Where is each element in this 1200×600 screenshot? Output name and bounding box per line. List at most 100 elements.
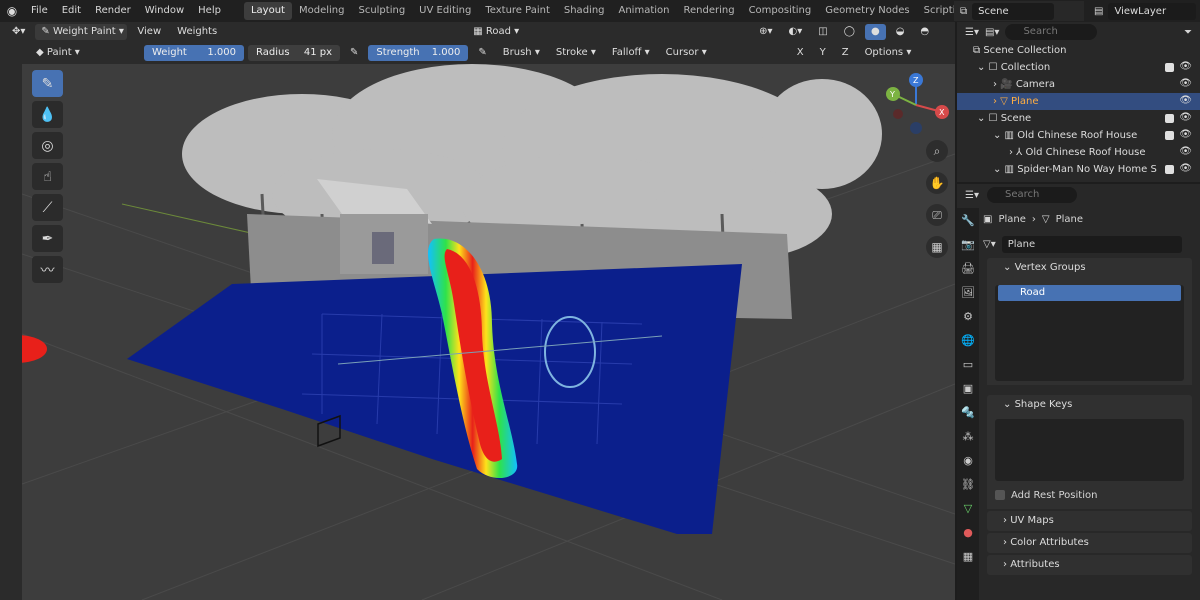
color-attributes-panel-header[interactable]: › Color Attributes xyxy=(987,533,1192,553)
view-menu[interactable]: View xyxy=(131,24,167,40)
radius-field[interactable]: Radius 41 px xyxy=(248,45,340,61)
outliner-row-plane[interactable]: › ▽ Plane 👁 xyxy=(957,93,1200,110)
scene-name-field[interactable]: Scene xyxy=(972,2,1055,20)
world-tab-icon[interactable]: 🌐 xyxy=(961,334,975,352)
tab-sculpting[interactable]: Sculpting xyxy=(351,2,412,20)
constraints-tab-icon[interactable]: ⛓ xyxy=(961,478,975,496)
weights-menu[interactable]: Weights xyxy=(171,24,223,40)
outliner-row-collection[interactable]: ⌄ ☐ Collection 👁 xyxy=(957,59,1200,76)
editor-type-icon[interactable]: ✥▾ xyxy=(6,24,31,40)
zoom-icon[interactable]: ⌕ xyxy=(926,140,948,162)
collection-tab-icon[interactable]: ▭ xyxy=(963,358,973,376)
vertex-group-item[interactable]: Road xyxy=(998,285,1181,301)
exclude-checkbox[interactable] xyxy=(1165,131,1174,140)
mode-selector[interactable]: ✎ Weight Paint ▾ xyxy=(35,24,128,40)
brush-menu[interactable]: Brush ▾ xyxy=(497,45,546,61)
eye-icon[interactable]: 👁 xyxy=(1179,61,1192,72)
falloff-menu[interactable]: Falloff ▾ xyxy=(606,45,656,61)
exclude-checkbox[interactable] xyxy=(1165,114,1174,123)
view-layer-selector[interactable]: ▤ ViewLayer xyxy=(1090,1,1200,21)
particles-tab-icon[interactable]: ⁂ xyxy=(963,430,974,448)
average-tool-icon[interactable]: ◎ xyxy=(32,132,63,159)
eye-icon[interactable]: 👁 xyxy=(1179,163,1192,174)
pressure-radius-icon[interactable]: ✎ xyxy=(344,45,364,61)
shading-rendered-icon[interactable]: ◓ xyxy=(914,24,935,40)
scene-selector[interactable]: ⧉ Scene xyxy=(954,1,1084,21)
view-layer-field[interactable]: ViewLayer xyxy=(1108,2,1197,20)
mesh-browse-icon[interactable]: ▽▾ xyxy=(983,239,996,250)
shape-keys-panel-header[interactable]: ⌄ Shape Keys xyxy=(987,395,1192,415)
tab-compositing[interactable]: Compositing xyxy=(742,2,819,20)
symmetry-y-toggle[interactable]: Y xyxy=(814,45,832,61)
tab-modeling[interactable]: Modeling xyxy=(292,2,352,20)
cursor-menu[interactable]: Cursor ▾ xyxy=(660,45,713,61)
pressure-strength-icon[interactable]: ✎ xyxy=(472,45,492,61)
xray-icon[interactable]: ◫ xyxy=(812,24,833,40)
output-tab-icon[interactable]: 🖨 xyxy=(961,262,975,280)
outliner-row-scene-collection[interactable]: ⧉ Scene Collection xyxy=(957,42,1200,59)
symmetry-x-toggle[interactable]: X xyxy=(791,45,810,61)
properties-search[interactable]: Search xyxy=(986,187,1077,203)
mesh-data-tab-icon[interactable]: ▽ xyxy=(964,502,972,520)
tab-layout[interactable]: Layout xyxy=(243,2,292,20)
outliner-row-house-object[interactable]: › ⅄ Old Chinese Roof House 👁 xyxy=(957,144,1200,161)
filter-icon[interactable]: ⏷ xyxy=(1184,27,1192,38)
3d-viewport[interactable] xyxy=(22,64,955,600)
material-tab-icon[interactable]: ● xyxy=(963,526,973,544)
object-tab-icon[interactable]: ▣ xyxy=(963,382,973,400)
overlay-toggle-icon[interactable]: ◐▾ xyxy=(783,24,809,40)
vertex-group-selector[interactable]: ▦ Road ▾ xyxy=(467,24,525,40)
render-tab-icon[interactable]: 📷 xyxy=(961,238,975,256)
menu-render[interactable]: Render xyxy=(88,0,138,22)
blur-tool-icon[interactable]: 💧 xyxy=(32,101,63,128)
strength-field[interactable]: Strength 1.000 xyxy=(368,45,469,61)
brush-selector[interactable]: ◆ Paint ▾ xyxy=(30,45,140,61)
ortho-grid-icon[interactable]: ▦ xyxy=(926,236,948,258)
vertex-groups-panel-header[interactable]: ⌄ Vertex Groups xyxy=(987,258,1192,278)
outliner-row-house-collection[interactable]: ⌄ ▥ Old Chinese Roof House 👁 xyxy=(957,127,1200,144)
options-menu[interactable]: Options ▾ xyxy=(859,45,918,61)
outliner-search[interactable]: Search xyxy=(1005,24,1098,40)
mesh-name-field[interactable]: Plane xyxy=(1001,235,1182,253)
attributes-panel-header[interactable]: › Attributes xyxy=(987,555,1192,575)
exclude-checkbox[interactable] xyxy=(1165,165,1174,174)
outliner-editor-icon[interactable]: ☰▾ xyxy=(965,27,979,38)
tab-rendering[interactable]: Rendering xyxy=(676,2,741,20)
camera-view-icon[interactable]: ⎚ xyxy=(926,204,948,226)
tab-geometry-nodes[interactable]: Geometry Nodes xyxy=(818,2,916,20)
symmetry-z-toggle[interactable]: Z xyxy=(836,45,855,61)
scene-tab-icon[interactable]: ⚙ xyxy=(963,310,973,328)
tab-uv-editing[interactable]: UV Editing xyxy=(412,2,478,20)
gizmo-toggle-icon[interactable]: ⊕▾ xyxy=(753,24,778,40)
outliner-row-scene[interactable]: ⌄ ☐ Scene 👁 xyxy=(957,110,1200,127)
texture-tab-icon[interactable]: ▦ xyxy=(963,550,973,568)
view-layer-tab-icon[interactable]: 🖼 xyxy=(961,286,975,304)
pan-hand-icon[interactable]: ✋ xyxy=(926,172,948,194)
outliner-row-spiderman[interactable]: ⌄ ▥ Spider-Man No Way Home S 👁 xyxy=(957,161,1200,178)
sample-weight-icon[interactable]: ✒ xyxy=(32,225,63,252)
shading-wire-icon[interactable]: ◯ xyxy=(838,24,861,40)
menu-help[interactable]: Help xyxy=(191,0,228,22)
navigation-gizmo[interactable]: Z X Y xyxy=(878,70,954,140)
blender-logo-icon[interactable]: ◉ xyxy=(0,4,24,18)
stroke-menu[interactable]: Stroke ▾ xyxy=(550,45,602,61)
gradient-tool-icon[interactable]: ⟋ xyxy=(32,194,63,221)
draw-tool-icon[interactable]: ✎ xyxy=(32,70,63,97)
eye-icon[interactable]: 👁 xyxy=(1179,146,1192,157)
menu-edit[interactable]: Edit xyxy=(55,0,88,22)
eye-icon[interactable]: 👁 xyxy=(1179,129,1192,140)
exclude-checkbox[interactable] xyxy=(1165,63,1174,72)
display-mode-icon[interactable]: ▤▾ xyxy=(985,27,999,38)
tab-texture-paint[interactable]: Texture Paint xyxy=(478,2,557,20)
smear-tool-icon[interactable]: ☝ xyxy=(32,163,63,190)
modifier-tab-icon[interactable]: 🔩 xyxy=(961,406,975,424)
weight-field[interactable]: Weight 1.000 xyxy=(144,45,244,61)
tab-shading[interactable]: Shading xyxy=(557,2,612,20)
shading-solid-icon[interactable]: ● xyxy=(864,24,886,40)
shading-material-icon[interactable]: ◒ xyxy=(890,24,911,40)
properties-editor-icon[interactable]: ☰▾ xyxy=(965,190,979,201)
tool-tab-icon[interactable]: 🔧 xyxy=(961,214,975,232)
outliner-row-camera[interactable]: › 🎥 Camera 👁 xyxy=(957,76,1200,93)
add-rest-position-checkbox[interactable] xyxy=(995,490,1005,500)
physics-tab-icon[interactable]: ◉ xyxy=(963,454,973,472)
